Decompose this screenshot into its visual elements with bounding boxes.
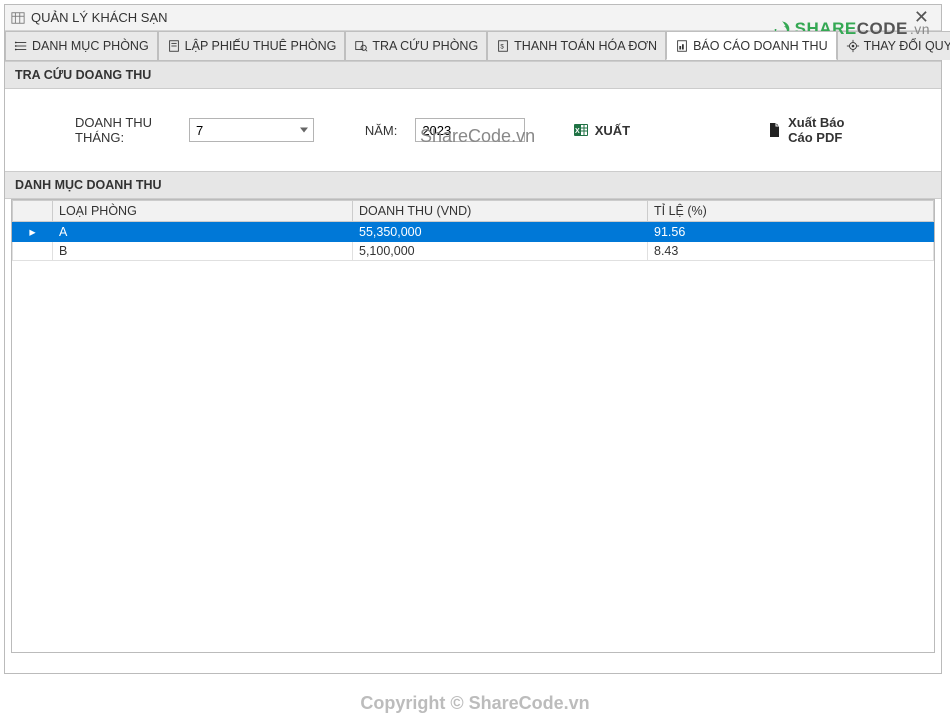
cell-tile: 8.43 — [648, 242, 934, 261]
list-section-header: DANH MỤC DOANH THU — [5, 171, 941, 199]
invoice-icon: $ — [496, 39, 510, 53]
tab-danh-muc-phong[interactable]: DANH MỤC PHÒNG — [5, 31, 158, 60]
revenue-grid[interactable]: LOẠI PHÒNG DOANH THU (VND) TỈ LỆ (%) ▸A5… — [11, 199, 935, 653]
tab-label: THAY ĐỔI QUY ĐỊNH — [864, 39, 950, 53]
cell-doanhthu: 55,350,000 — [353, 222, 648, 242]
titlebar-left: QUẢN LÝ KHÁCH SẠN — [11, 10, 168, 25]
tab-label: TRA CỨU PHÒNG — [372, 39, 478, 53]
export-pdf-label: Xuất Báo Cáo PDF — [788, 115, 867, 145]
tab-lap-phieu[interactable]: LẬP PHIẾU THUÊ PHÒNG — [158, 31, 346, 60]
row-indicator — [13, 242, 53, 261]
cell-loai: A — [53, 222, 353, 242]
excel-icon: X — [573, 122, 589, 138]
svg-text:X: X — [575, 128, 580, 135]
col-ti-le[interactable]: TỈ LỆ (%) — [648, 201, 934, 222]
tab-label: BÁO CÁO DOANH THU — [693, 39, 828, 53]
cell-tile: 91.56 — [648, 222, 934, 242]
year-label: NĂM: — [365, 123, 398, 138]
app-window: QUẢN LÝ KHÁCH SẠN ✕ DANH MỤC PHÒNG LẬP P… — [4, 4, 942, 674]
list-icon — [14, 39, 28, 53]
table-header-row: LOẠI PHÒNG DOANH THU (VND) TỈ LỆ (%) — [13, 201, 934, 222]
row-indicator: ▸ — [13, 222, 53, 242]
tab-quy-dinh[interactable]: THAY ĐỔI QUY ĐỊNH — [837, 31, 950, 60]
export-button[interactable]: X XUẤT — [569, 120, 634, 140]
window-title: QUẢN LÝ KHÁCH SẠN — [31, 10, 168, 25]
close-button[interactable]: ✕ — [908, 7, 935, 28]
row-indicator-header — [13, 201, 53, 222]
filter-row: DOANH THU THÁNG: NĂM: X XUẤT Xuất Báo Cá… — [5, 89, 941, 171]
month-combo[interactable] — [189, 118, 314, 142]
tab-label: THANH TOÁN HÓA ĐƠN — [514, 39, 657, 53]
app-icon — [11, 11, 25, 25]
year-input[interactable] — [415, 118, 525, 142]
cell-loai: B — [53, 242, 353, 261]
titlebar: QUẢN LÝ KHÁCH SẠN ✕ — [5, 5, 941, 31]
export-label: XUẤT — [595, 123, 630, 138]
search-icon — [354, 39, 368, 53]
cell-doanhthu: 5,100,000 — [353, 242, 648, 261]
col-loai-phong[interactable]: LOẠI PHÒNG — [53, 201, 353, 222]
pdf-icon — [766, 122, 782, 138]
report-icon — [675, 39, 689, 53]
tab-label: LẬP PHIẾU THUÊ PHÒNG — [185, 39, 337, 53]
table-row[interactable]: B5,100,0008.43 — [13, 242, 934, 261]
tab-bao-cao[interactable]: BÁO CÁO DOANH THU — [666, 31, 837, 60]
form-icon — [167, 39, 181, 53]
export-pdf-button[interactable]: Xuất Báo Cáo PDF — [762, 113, 871, 147]
col-doanh-thu[interactable]: DOANH THU (VND) — [353, 201, 648, 222]
tab-label: DANH MỤC PHÒNG — [32, 39, 149, 53]
tabbar: DANH MỤC PHÒNG LẬP PHIẾU THUÊ PHÒNG TRA … — [5, 31, 941, 61]
month-label: DOANH THU THÁNG: — [75, 115, 171, 145]
tab-thanh-toan[interactable]: $ THANH TOÁN HÓA ĐƠN — [487, 31, 666, 60]
svg-text:$: $ — [501, 44, 505, 51]
watermark-footer: Copyright © ShareCode.vn — [0, 693, 950, 714]
tab-tra-cuu-phong[interactable]: TRA CỨU PHÒNG — [345, 31, 487, 60]
search-section-header: TRA CỨU DOANG THU — [5, 61, 941, 89]
table-row[interactable]: ▸A55,350,00091.56 — [13, 222, 934, 242]
gear-icon — [846, 39, 860, 53]
